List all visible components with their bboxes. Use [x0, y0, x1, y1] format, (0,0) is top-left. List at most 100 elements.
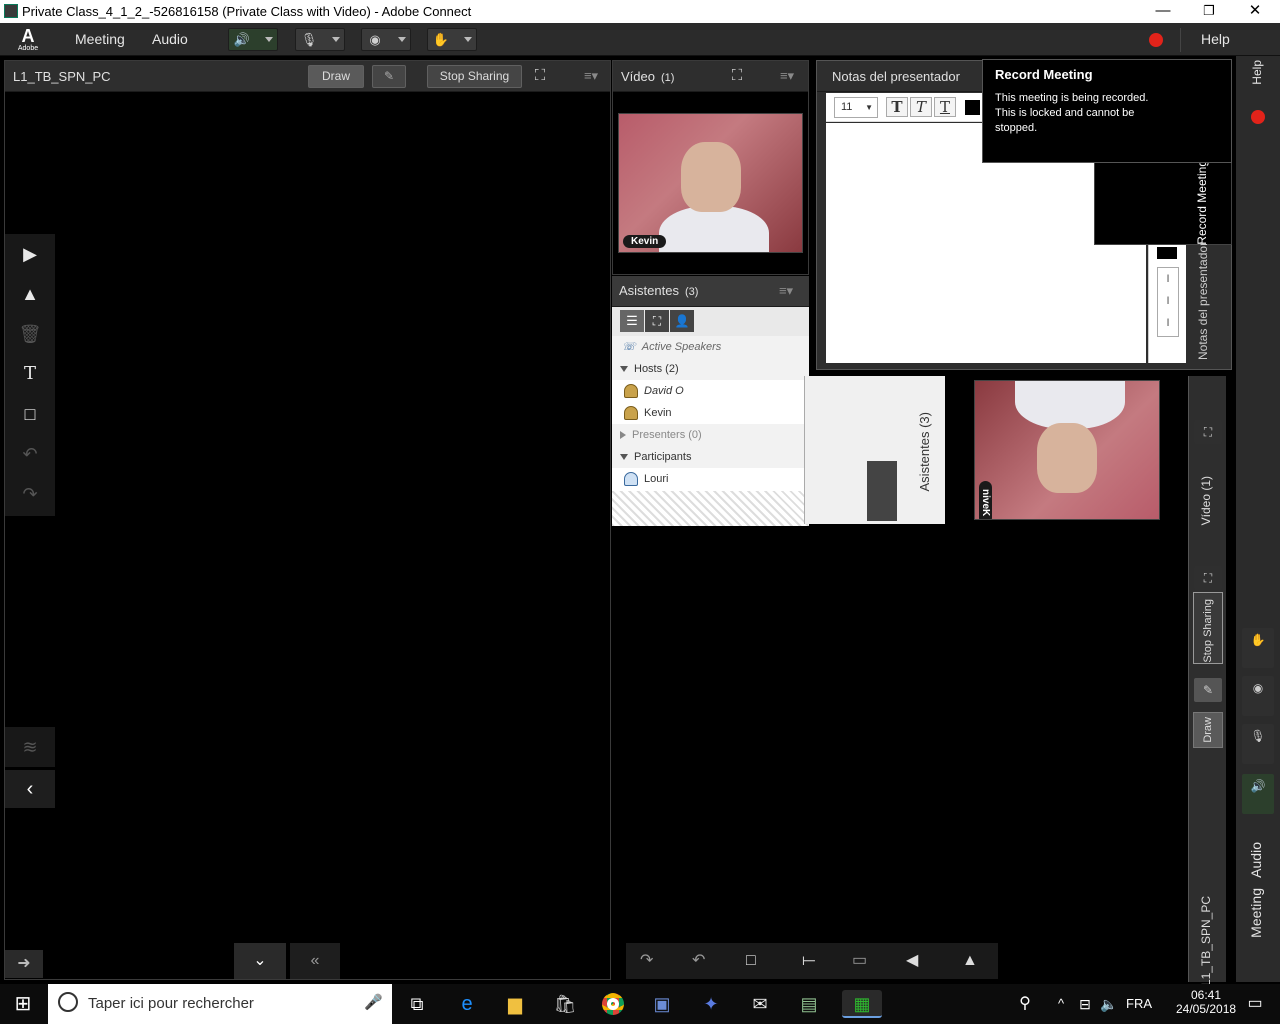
mirror-help-label: Help [1250, 60, 1264, 85]
mirrored-attendees-echo: Asistentes (3) [804, 376, 945, 524]
status-control[interactable]: ✋ [427, 28, 477, 51]
windows-start-icon[interactable]: ⊞ [8, 990, 38, 1018]
volume-icon[interactable]: 🔈 [1094, 990, 1124, 1018]
attendees-pod-title: Asistentes (3) [619, 283, 698, 298]
highlighter-icon[interactable]: ▲ [13, 278, 47, 310]
underline-button[interactable]: T [934, 97, 956, 117]
back-arrow-icon[interactable]: ➜ [5, 950, 43, 978]
chevron-down-icon[interactable] [265, 37, 273, 42]
mirror-name-badge: niveK [979, 481, 992, 519]
share-pod-title: L1_TB_SPN_PC [13, 69, 111, 84]
mail-icon[interactable]: ✉ [745, 990, 775, 1018]
attendees-view-toolbar: ☰ ⛶ 👤 [612, 307, 809, 337]
undo-icon[interactable]: ↶ [13, 438, 47, 470]
fullscreen-icon[interactable]: ⛶ [645, 310, 669, 332]
participant-icon [624, 472, 638, 487]
fullscreen-icon[interactable]: ⛶ [728, 67, 746, 85]
adobe-connect-taskbar-icon[interactable]: ▦ [842, 990, 882, 1018]
webcam-control[interactable]: ◉ [361, 28, 411, 51]
attendee-row[interactable]: Louri [612, 468, 809, 490]
collapsed-triangle-icon[interactable] [620, 430, 626, 439]
webcam-feed-kevin[interactable]: Kevin [618, 113, 803, 253]
bottom-chevron-down-icon: ⌄ [234, 943, 286, 979]
chevron-down-icon[interactable] [332, 37, 340, 42]
draw-button[interactable]: Draw [308, 65, 364, 88]
app-grid-icon[interactable]: ✦ [696, 990, 726, 1018]
expand-triangle-icon[interactable] [620, 453, 628, 460]
minimize-button[interactable]: — [1140, 0, 1186, 23]
attendee-name: Louri [644, 473, 669, 485]
app-window-icon[interactable]: ▣ [647, 990, 677, 1018]
participants-group-row[interactable]: Participants [612, 446, 809, 468]
chrome-icon[interactable] [598, 990, 628, 1018]
file-explorer-icon[interactable]: ▆ [500, 990, 530, 1018]
chevron-down-icon[interactable]: ▼ [865, 98, 873, 117]
video-pod-title-text: Vídeo [621, 69, 655, 84]
microphone-control[interactable]: 🎙 [295, 28, 345, 51]
list-view-icon[interactable]: ☰ [620, 310, 644, 332]
trash-icon[interactable]: 🗑 [13, 318, 47, 350]
expand-triangle-icon[interactable] [620, 365, 628, 372]
font-size-select[interactable]: 11 ▼ [834, 97, 878, 118]
redo-icon[interactable]: ↷ [13, 478, 47, 510]
person-body [659, 206, 769, 252]
pencil-tool-button[interactable]: ✎ [372, 65, 406, 88]
video-pod-header: Vídeo (1) ⛶ ≡▾ [613, 61, 808, 92]
chevron-down-icon[interactable] [398, 37, 406, 42]
edge-browser-icon[interactable]: e [452, 990, 482, 1018]
maximize-button[interactable]: ❐ [1186, 0, 1232, 23]
mirror-status-control: ✋ [1242, 628, 1274, 668]
action-center-icon[interactable]: ▭ [1240, 990, 1270, 1018]
menu-audio[interactable]: Audio [152, 31, 188, 47]
adobe-logo: A Adobe [14, 26, 42, 54]
menu-meeting[interactable]: Meeting [75, 31, 125, 47]
font-size-value: 11 [841, 101, 853, 113]
recording-indicator[interactable] [1149, 33, 1163, 47]
pod-menu-icon[interactable]: ≡▾ [776, 67, 798, 85]
taskbar-search-box[interactable]: Taper ici pour rechercher 🎤 [48, 984, 392, 1024]
attendees-list-filler [612, 491, 809, 526]
active-speakers-row: ☏ Active Speakers [612, 336, 809, 358]
clock[interactable]: 06:41 24/05/2018 [1176, 988, 1236, 1016]
store-icon[interactable]: 🛍 [550, 990, 580, 1018]
speaker-control[interactable]: 🔊 [228, 28, 278, 51]
microphone-icon[interactable]: 🎤 [364, 993, 383, 1011]
mirror-notes-title: Notas del presentador [1196, 241, 1210, 360]
layers-icon[interactable]: ≋ [5, 727, 55, 767]
presenters-group-row[interactable]: Presenters (0) [612, 424, 809, 446]
text-icon[interactable]: T [13, 358, 47, 390]
share-pod-header: L1_TB_SPN_PC Draw ✎ Stop Sharing ⛶ ≡▾ [5, 61, 610, 92]
hosts-group-row[interactable]: Hosts (2) [612, 358, 809, 380]
speaker-icon: 🔊 [233, 32, 251, 47]
mirrored-pods-strip: ⛶ Vídeo (1) ⛶ Stop Sharing ✎ Draw L1_TB_… [1188, 376, 1226, 986]
close-button[interactable]: ✕ [1232, 0, 1278, 23]
pod-menu-icon[interactable]: ≡▾ [580, 67, 602, 85]
mirror-mic-control: 🎙 [1242, 724, 1274, 764]
record-popup-message: This meeting is being recorded. This is … [995, 92, 1149, 134]
search-placeholder: Taper ici pour rechercher [88, 995, 254, 1012]
attendee-row[interactable]: David O [612, 380, 809, 402]
text-color-swatch[interactable] [965, 100, 980, 115]
app-building-icon[interactable]: ▤ [794, 990, 824, 1018]
menu-help[interactable]: Help [1201, 31, 1230, 47]
italic-button[interactable]: T [910, 97, 932, 117]
mirror-fullscreen-icon: ⛶ [1194, 420, 1222, 444]
chevron-down-icon[interactable] [464, 37, 472, 42]
mirror-person-body [1015, 381, 1125, 429]
rectangle-icon[interactable]: □ [13, 398, 47, 430]
webcam-icon: ◉ [369, 32, 381, 47]
task-view-icon[interactable]: ⧉ [402, 990, 432, 1018]
fullscreen-icon[interactable]: ⛶ [531, 67, 549, 85]
language-indicator[interactable]: FRA [1126, 996, 1152, 1011]
mirror-text-icon: ⟝ [802, 952, 816, 969]
attendee-status-icon[interactable]: 👤 [670, 310, 694, 332]
collapse-toolbar-button[interactable]: ‹ [5, 770, 55, 808]
attendee-row[interactable]: Kevin [612, 402, 809, 424]
people-icon[interactable]: ⚲ [1010, 990, 1040, 1018]
video-pod-title: Vídeo (1) [621, 69, 674, 84]
pod-menu-icon[interactable]: ≡▾ [775, 282, 797, 300]
mirror-color-swatch [1157, 247, 1177, 259]
pointer-icon[interactable]: ▶ [13, 238, 47, 270]
bold-button[interactable]: T [886, 97, 908, 117]
stop-sharing-button[interactable]: Stop Sharing [427, 65, 522, 88]
